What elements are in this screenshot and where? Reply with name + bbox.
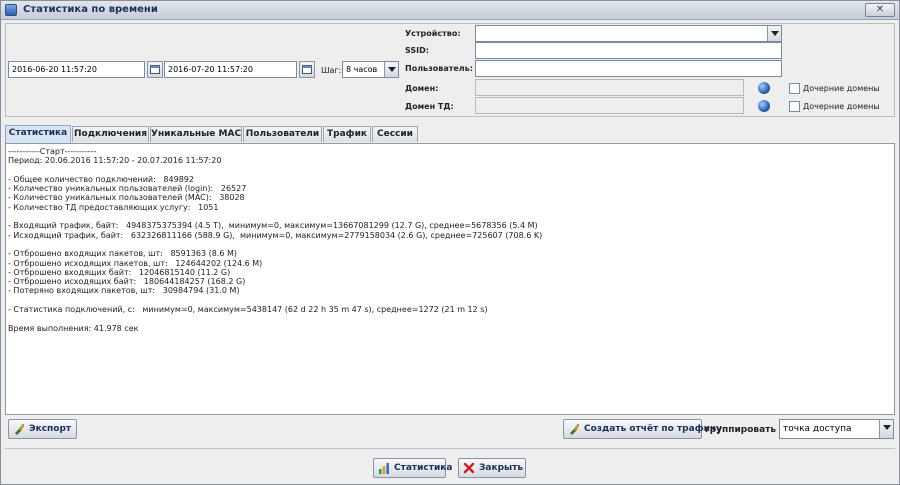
report-line: - Количество уникальных пользователей (M… <box>8 193 245 203</box>
date-from-field[interactable]: 2016-06-20 11:57:20 <box>8 61 145 78</box>
report-line: - Входящий трафик, байт: 4948375375394 (… <box>8 221 538 231</box>
bar-chart-icon <box>379 463 389 474</box>
window-title: Статистика по времени <box>23 4 158 15</box>
report-line: - Отброшено исходящих байт: 180644184257… <box>8 277 246 287</box>
child-domains-td-checkbox[interactable] <box>789 101 800 112</box>
group-by-select-value: точка доступа <box>783 424 852 434</box>
calendar-icon <box>150 65 160 74</box>
export-button[interactable]: Экспорт <box>8 419 78 439</box>
calendar-icon <box>302 65 312 74</box>
report-line: - Отброшено исходящих пакетов, шт: 12464… <box>8 258 263 268</box>
report-line: - Исходящий трафик, байт: 632326811166 (… <box>8 230 543 240</box>
chevron-down-icon <box>767 26 781 41</box>
traffic-report-button-label: Создать отчёт по трафику <box>584 424 722 434</box>
close-button-label: Закрыть <box>479 463 524 473</box>
report-line: - Количество уникальных пользователей (l… <box>8 184 247 194</box>
date-to-calendar-button[interactable] <box>299 61 315 78</box>
child-domains-td-label: Дочерние домены <box>803 102 880 111</box>
tab-users[interactable]: Пользователи <box>243 126 322 142</box>
statistics-button-label: Статистика <box>394 463 453 473</box>
dialog-footer: Статистика Закрыть <box>5 448 895 482</box>
tab-connections[interactable]: Подключения <box>72 126 149 142</box>
close-icon <box>463 462 475 474</box>
tab-statistics[interactable]: Статистика <box>5 125 71 143</box>
export-button-label: Экспорт <box>29 424 72 434</box>
ap-domain-field <box>475 97 744 114</box>
ssid-field[interactable] <box>475 42 782 59</box>
chevron-down-icon <box>384 62 398 77</box>
child-domains-checkbox[interactable] <box>789 83 800 94</box>
group-by-select[interactable]: точка доступа <box>779 419 894 439</box>
globe-icon[interactable] <box>758 82 770 94</box>
child-domains-label: Дочерние домены <box>803 84 880 93</box>
tab-traffic[interactable]: Трафик <box>323 126 371 142</box>
report-line: -----------Старт----------- <box>8 147 97 156</box>
step-label: Шаг: <box>321 66 342 75</box>
brush-icon <box>570 423 580 435</box>
title-bar: Статистика по времени ✕ <box>1 1 899 20</box>
report-line: - Статистика подключений, с: минимум=0, … <box>8 305 488 315</box>
close-button[interactable]: Закрыть <box>458 458 526 478</box>
tab-sessions[interactable]: Сессии <box>372 126 418 142</box>
action-bar: Экспорт Создать отчёт по трафику группир… <box>5 417 895 441</box>
report-line <box>8 212 892 221</box>
report-line: Время выполнения: 41.978 сек <box>8 323 139 333</box>
user-label: Пользователь: <box>405 64 473 73</box>
date-to-field[interactable]: 2016-07-20 11:57:20 <box>164 61 297 78</box>
report-line: - Отброшено входящих байт: 12046815140 (… <box>8 267 231 277</box>
report-line <box>8 240 892 249</box>
brush-icon <box>15 423 25 435</box>
device-select[interactable] <box>475 25 782 42</box>
filter-panel: 2016-06-20 11:57:20 2016-07-20 11:57:20 … <box>5 23 895 117</box>
report-line: - Потеряно входящих пакетов, шт: 3098479… <box>8 286 240 296</box>
user-field[interactable] <box>475 60 782 77</box>
step-select[interactable]: 8 часов <box>342 61 399 78</box>
app-icon <box>5 4 17 16</box>
tab-unique-mac[interactable]: Уникальные MAC <box>150 126 242 142</box>
globe-icon[interactable] <box>758 100 770 112</box>
statistics-button[interactable]: Статистика <box>373 458 452 478</box>
domain-field <box>475 79 744 96</box>
report-line <box>8 296 892 305</box>
date-from-calendar-button[interactable] <box>147 61 163 78</box>
statistics-window: Статистика по времени ✕ 2016-06-20 11:57… <box>0 0 900 485</box>
domain-label: Домен: <box>405 84 439 93</box>
ap-domain-label: Домен ТД: <box>405 102 454 111</box>
report-line: - Количество ТД предоставляющих услугу: … <box>8 202 219 212</box>
device-label: Устройство: <box>405 29 461 38</box>
report-text-area[interactable]: -----------Старт----------- Период: 20.0… <box>5 143 895 415</box>
report-line: - Отброшено входящих пакетов, шт: 859136… <box>8 249 238 259</box>
step-select-value: 8 часов <box>346 65 378 74</box>
ssid-label: SSID: <box>405 46 429 55</box>
report-line: Период: 20.06.2016 11:57:20 - 20.07.2016… <box>8 156 222 166</box>
traffic-report-button[interactable]: Создать отчёт по трафику <box>563 419 722 439</box>
report-line: - Общее количество подключений: 849892 <box>8 174 194 184</box>
report-line <box>8 166 892 175</box>
report-line <box>8 314 892 323</box>
chevron-down-icon <box>879 420 893 438</box>
window-close-button[interactable]: ✕ <box>865 3 895 17</box>
